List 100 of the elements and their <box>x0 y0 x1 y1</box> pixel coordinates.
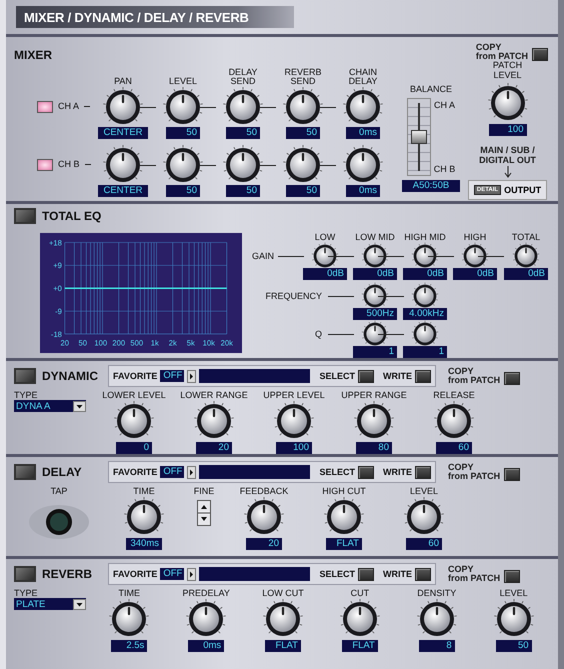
value-display: 1 <box>353 346 397 358</box>
value-display: 0dB <box>403 268 447 280</box>
knob-label: DELAY SEND <box>228 68 258 86</box>
knob-label: DENSITY <box>417 588 456 598</box>
axis-tick-label: 2k <box>168 338 177 348</box>
value-display: 0dB <box>353 268 397 280</box>
band-label: HIGH <box>462 232 488 242</box>
value-display: OFF <box>160 370 184 382</box>
value-display: 80 <box>356 442 392 454</box>
axis-tick-label: 20 <box>60 338 69 348</box>
knob-label: FEEDBACK <box>240 486 288 496</box>
band-label: HIGH MID <box>403 232 447 242</box>
type-dropdown[interactable]: DYNA A <box>14 400 86 412</box>
knob[interactable] <box>361 320 389 348</box>
knob[interactable] <box>411 320 439 348</box>
power-button[interactable] <box>14 464 36 480</box>
knob[interactable] <box>512 242 540 270</box>
value-display: 50 <box>286 185 320 197</box>
value-display: 1 <box>403 346 447 358</box>
channel-toggle[interactable] <box>37 159 53 171</box>
section-heading: REVERB <box>42 567 94 581</box>
knob-label: PREDELAY <box>182 588 230 598</box>
copy-button[interactable] <box>504 570 520 583</box>
select-label: SELECT <box>319 371 355 381</box>
knob[interactable] <box>411 242 439 270</box>
band-label: TOTAL <box>510 232 542 242</box>
down-arrow-icon <box>504 166 512 178</box>
row-label: GAIN <box>252 250 276 261</box>
balance-label: BALANCE <box>410 84 452 94</box>
power-button[interactable] <box>14 566 36 582</box>
knob[interactable] <box>361 282 389 310</box>
knob-label: CUT <box>350 588 370 598</box>
knob-label: CHAIN DELAY <box>348 68 378 86</box>
axis-tick-label: +9 <box>53 261 62 270</box>
section-heading: MIXER <box>14 48 52 62</box>
knob-label: LOWER LEVEL <box>102 390 166 400</box>
axis-tick-label: 1k <box>150 338 159 348</box>
stepper-arrows-icon[interactable] <box>197 500 211 526</box>
favorite-label: FAVORITE <box>113 467 158 477</box>
value-display: 340ms <box>126 538 162 550</box>
value-display: FLAT <box>342 640 378 652</box>
knob[interactable] <box>411 282 439 310</box>
value-display: 50 <box>226 185 260 197</box>
value-display: FLAT <box>326 538 362 550</box>
power-button[interactable] <box>14 368 36 384</box>
type-dropdown[interactable]: PLATE <box>14 598 86 610</box>
type-label: TYPE <box>14 588 38 598</box>
value-display: 0ms <box>346 127 380 139</box>
window-title: MIXER / DYNAMIC / DELAY / REVERB <box>24 10 249 24</box>
knob-label: TIME <box>133 486 155 496</box>
favorite-label: FAVORITE <box>113 371 158 381</box>
value-display: 2.5s <box>111 640 148 652</box>
tap-button[interactable] <box>28 502 90 542</box>
value-display: CENTER <box>98 127 148 139</box>
value-display: 4.00kHz <box>403 308 447 320</box>
value-display: 0ms <box>346 185 380 197</box>
power-button[interactable] <box>14 208 36 224</box>
knob-label: PATCH LEVEL <box>492 60 524 80</box>
row-label: FREQUENCY <box>264 290 323 301</box>
knob-label: REVERB SEND <box>283 68 322 86</box>
axis-tick-label: 500 <box>130 338 144 348</box>
value-display: OFF <box>160 568 184 580</box>
value-display: 20 <box>196 442 232 454</box>
knob-label: LEVEL <box>168 77 198 86</box>
channel-label: CH A <box>58 101 80 111</box>
band-label: LOW MID <box>354 232 396 242</box>
copy-button[interactable] <box>504 468 520 481</box>
fine-label: FINE <box>194 486 214 496</box>
axis-tick-label: 100 <box>94 338 108 348</box>
knob-label: LEVEL <box>500 588 528 598</box>
select-button[interactable] <box>358 370 374 382</box>
channel-toggle[interactable] <box>37 101 53 113</box>
balance-fader[interactable] <box>406 98 431 176</box>
write-label: WRITE <box>383 467 412 477</box>
fader-end-label: CH B <box>434 164 456 174</box>
value-display: 20 <box>246 538 282 550</box>
write-button[interactable] <box>415 370 431 382</box>
knob-label: LEVEL <box>410 486 438 496</box>
section-heading: DYNAMIC <box>42 369 99 383</box>
value-display: 60 <box>406 538 442 550</box>
knob[interactable] <box>311 242 339 270</box>
value-display: 0ms <box>188 640 224 652</box>
knob[interactable] <box>461 242 489 270</box>
axis-tick-label: 200 <box>112 338 126 348</box>
favorite-label: FAVORITE <box>113 569 158 579</box>
select-button[interactable] <box>358 466 374 478</box>
row-label: Q <box>314 328 323 339</box>
write-button[interactable] <box>415 466 431 478</box>
write-button[interactable] <box>415 568 431 580</box>
copy-label: COPY from PATCH <box>448 565 500 583</box>
copy-button[interactable] <box>504 372 520 385</box>
copy-button[interactable] <box>532 48 548 61</box>
select-button[interactable] <box>358 568 374 580</box>
value-display: 100 <box>276 442 312 454</box>
axis-tick-label: 20k <box>220 338 233 348</box>
band-label: LOW <box>314 232 336 242</box>
knob-label: RELEASE <box>433 390 475 400</box>
tap-label: TAP <box>50 486 68 496</box>
knob[interactable] <box>361 242 389 270</box>
value-display: 50 <box>166 127 200 139</box>
